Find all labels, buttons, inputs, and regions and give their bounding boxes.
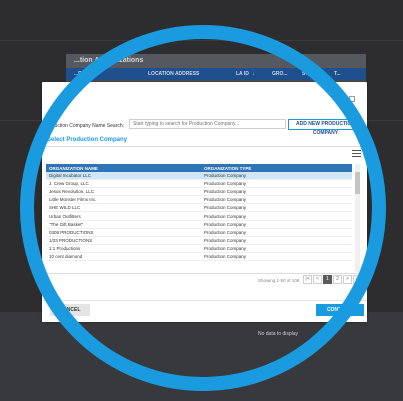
magnifier-ring	[20, 25, 386, 391]
screen: ...tion Authorizations ...RPOSE LOCATION…	[0, 0, 403, 401]
bg-col-type: T...	[334, 71, 341, 77]
